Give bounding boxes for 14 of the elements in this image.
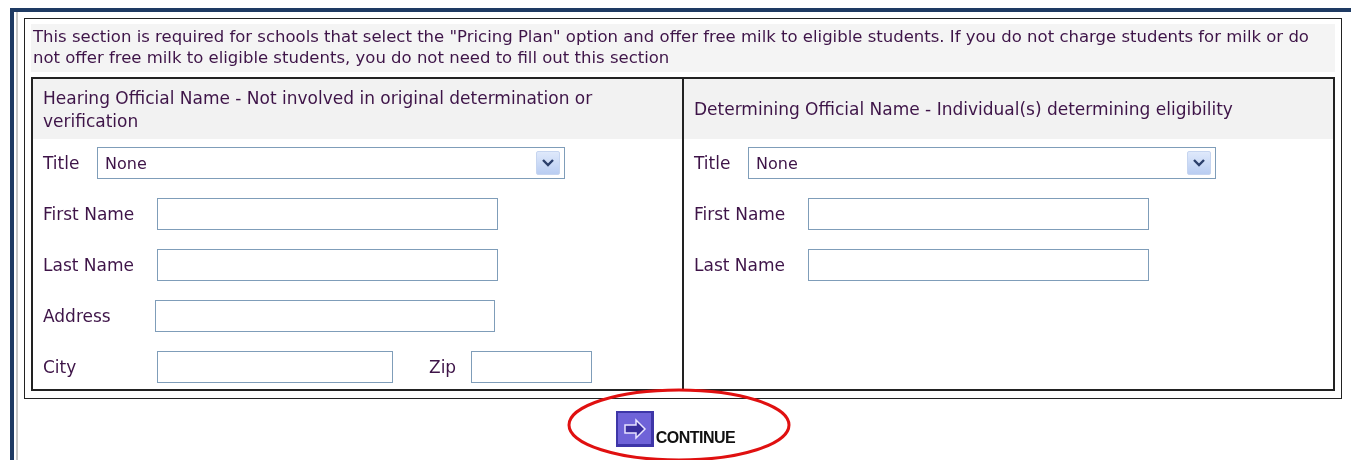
- section-heading: Hearing Official Name - Not involved in original determination or verification: [33, 79, 682, 139]
- field-label: Zip: [429, 357, 458, 377]
- section-heading: Determining Official Name - Individual(s) determining eligibility: [684, 79, 1333, 139]
- field-label: Last Name: [43, 255, 135, 275]
- field-label: Title: [43, 153, 81, 173]
- field-label: Address: [43, 306, 112, 326]
- title-dropdown[interactable]: None: [748, 147, 1216, 179]
- title-dropdown[interactable]: None: [97, 147, 565, 179]
- field-label: First Name: [43, 204, 136, 224]
- field-label: First Name: [694, 204, 787, 224]
- notice-text: This section is required for schools that select the "Pricing Plan" option and offer free milk to eligible students. If you do not charge students for milk or do not offer free milk to eligible students, you do not need to fill out this section: [31, 24, 1335, 72]
- field-label: City: [43, 357, 78, 377]
- field-label: Title: [694, 153, 732, 173]
- field-label: Last Name: [694, 255, 786, 275]
